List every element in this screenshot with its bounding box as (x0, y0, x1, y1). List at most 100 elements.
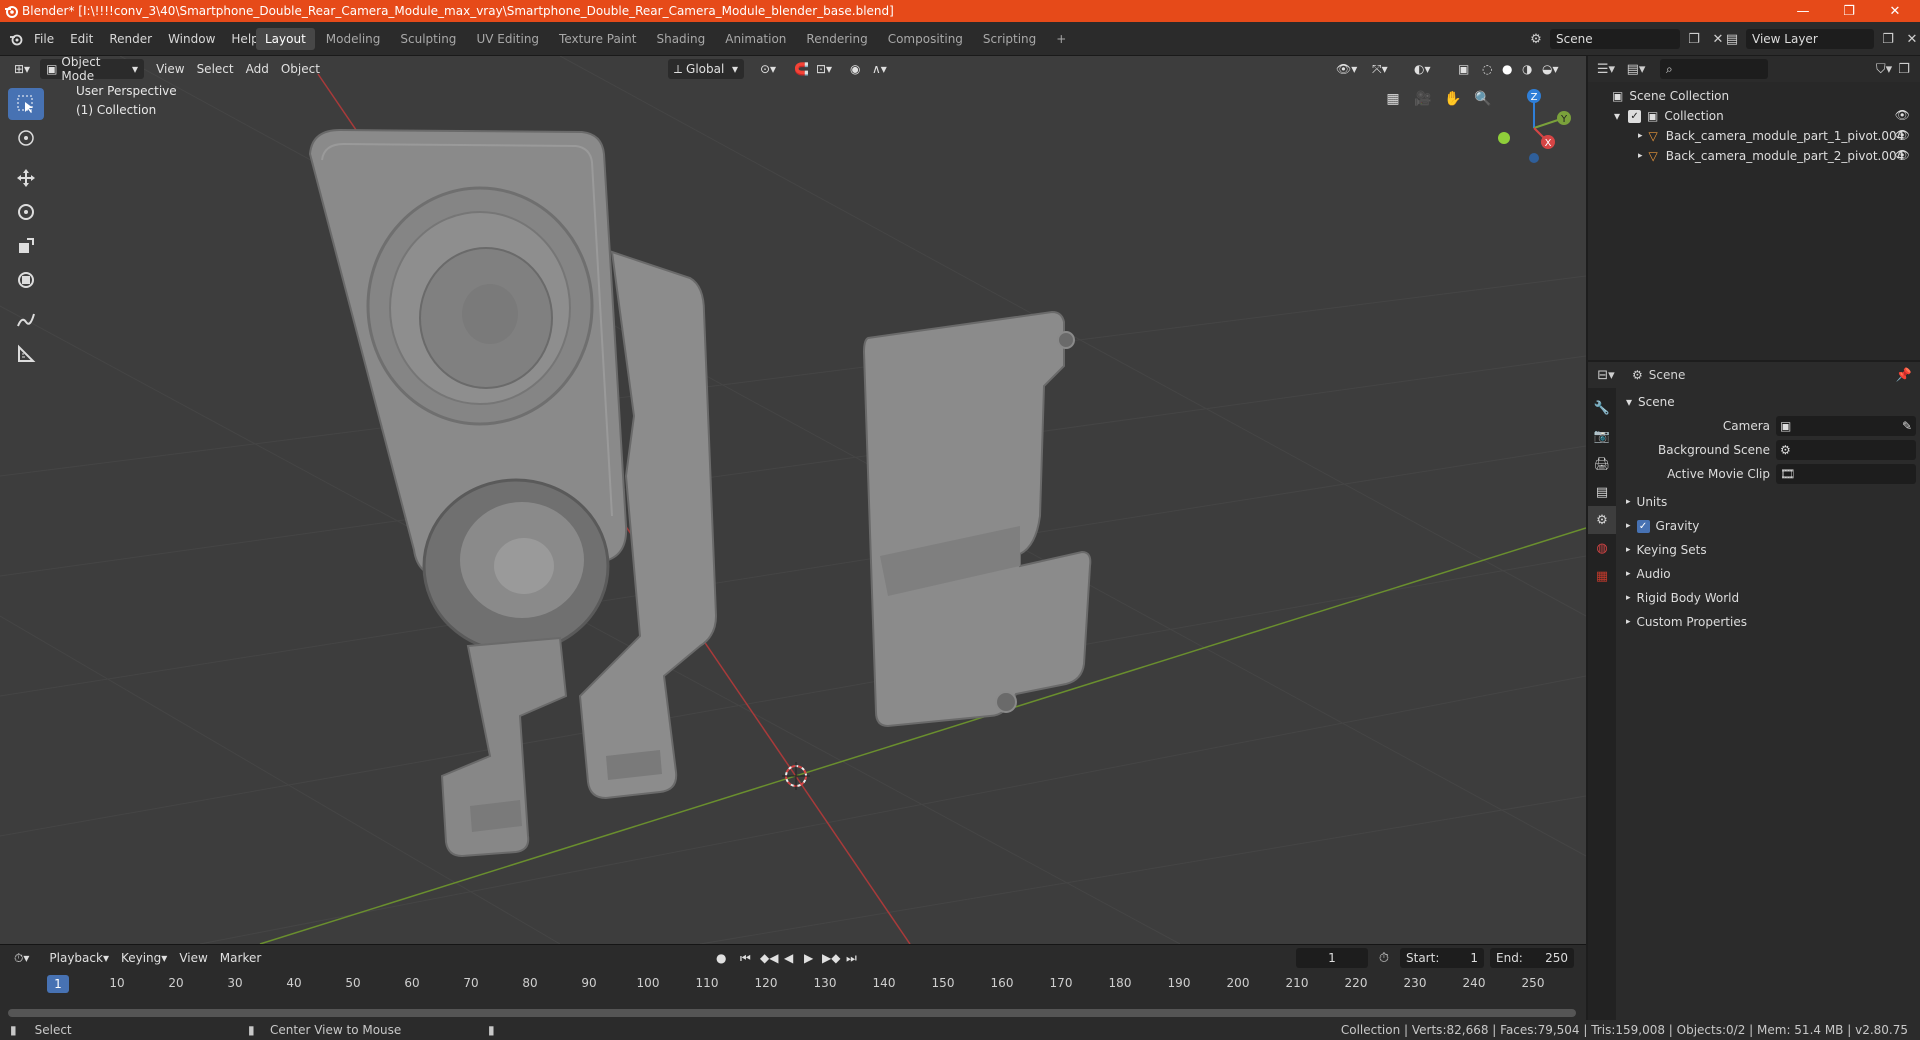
jump-end-icon[interactable]: ⏭ (840, 948, 863, 968)
current-frame-marker[interactable]: 1 (47, 975, 69, 993)
outliner-collection[interactable]: ▾ ✓ ▣ Collection 👁 (1588, 106, 1920, 126)
blender-menu-icon[interactable] (6, 29, 26, 49)
filter-icon[interactable]: ⛉▾ (1874, 59, 1894, 79)
orientation-selector[interactable]: ⟂ Global ▾ (668, 59, 744, 79)
falloff-icon[interactable]: ∧▾ (866, 59, 893, 79)
camera-module-part-2[interactable] (862, 310, 1092, 728)
menu-playback[interactable]: Playback ▾ (43, 948, 115, 968)
minimize-button[interactable]: — (1780, 0, 1826, 22)
custom-properties-panel-header[interactable]: ▸ Custom Properties (1618, 610, 1920, 634)
add-workspace-button[interactable]: + (1047, 28, 1075, 50)
outliner-search-input[interactable]: ⌕ (1660, 59, 1768, 79)
tab-world-icon[interactable]: ◍ (1588, 534, 1616, 562)
tab-view-layer-icon[interactable]: ▤ (1588, 478, 1616, 506)
menu-file[interactable]: File (26, 28, 62, 50)
new-view-layer-icon[interactable]: ❐ (1878, 29, 1898, 49)
snap-target-icon[interactable]: ⊡▾ (810, 59, 838, 79)
transform-tool[interactable] (8, 264, 44, 296)
outliner-object-1[interactable]: ▸ ▽ Back_camera_module_part_1_pivot.004 … (1588, 126, 1920, 146)
tab-render-icon[interactable]: 📷 (1588, 422, 1616, 450)
view-layer-selector[interactable]: View Layer (1746, 29, 1874, 49)
scene-panel-header[interactable]: ▾ Scene (1618, 390, 1920, 414)
navigation-gizmo[interactable]: Z Y X (1494, 84, 1574, 164)
background-scene-field[interactable]: ⚙ (1776, 440, 1916, 460)
gizmo-toggle-icon[interactable]: ⤧▾ (1366, 59, 1394, 79)
measure-tool[interactable] (8, 338, 44, 370)
object-1-visibility-icon[interactable]: 👁 (1895, 128, 1910, 142)
gravity-panel-header[interactable]: ▸ ✓ Gravity (1618, 514, 1920, 538)
timeline-scrollbar[interactable] (8, 1009, 1576, 1017)
collection-visibility-icon[interactable]: 👁 (1895, 108, 1910, 122)
tab-shading[interactable]: Shading (647, 28, 714, 50)
editor-type-icon[interactable]: ⊞▾ (8, 59, 36, 79)
annotate-tool[interactable] (8, 304, 44, 336)
3d-viewport[interactable]: ⊞▾ ▣ Object Mode ▾ View Select Add Objec… (0, 56, 1586, 944)
tab-texture-paint[interactable]: Texture Paint (550, 28, 645, 50)
menu-render[interactable]: Render (101, 28, 160, 50)
rendered-shading-icon[interactable]: ◒▾ (1536, 59, 1565, 79)
tab-compositing[interactable]: Compositing (879, 28, 972, 50)
rigid-body-world-panel-header[interactable]: ▸ Rigid Body World (1618, 586, 1920, 610)
camera-view-icon[interactable]: 🎥 (1410, 86, 1436, 112)
camera-module-part-1[interactable] (308, 128, 718, 858)
menu-keying[interactable]: Keying ▾ (115, 948, 173, 968)
neg-z-axis-handle[interactable] (1529, 153, 1539, 163)
properties-editor-type-icon[interactable]: ⊟▾ (1596, 365, 1616, 385)
active-movie-clip-field[interactable]: 🎞 (1776, 464, 1916, 484)
proportional-edit-icon[interactable]: ◉ (844, 59, 866, 79)
menu-object[interactable]: Object (275, 59, 326, 79)
end-frame-field[interactable]: End: 250 (1490, 948, 1574, 968)
expand-arrow-icon[interactable]: ▾ (1614, 109, 1620, 123)
move-tool[interactable] (8, 162, 44, 194)
cursor-tool[interactable] (8, 122, 44, 154)
view-layer-icon[interactable]: ▤ (1722, 29, 1742, 49)
close-button[interactable]: ✕ (1872, 0, 1918, 22)
tab-layout[interactable]: Layout (256, 28, 315, 50)
collection-checkbox[interactable]: ✓ (1628, 109, 1642, 123)
zoom-view-icon[interactable]: 🔍 (1470, 86, 1496, 112)
camera-field[interactable]: ▣ ✎ (1776, 416, 1916, 436)
expand-arrow-icon[interactable]: ▸ (1638, 151, 1643, 161)
play-reverse-icon[interactable]: ◀ (778, 948, 799, 968)
display-mode-icon[interactable]: ▤▾ (1626, 59, 1646, 79)
select-box-tool[interactable] (8, 88, 44, 120)
tab-rendering[interactable]: Rendering (797, 28, 876, 50)
tab-modeling[interactable]: Modeling (317, 28, 390, 50)
preview-range-icon[interactable]: ⏱ (1374, 948, 1394, 968)
tab-scripting[interactable]: Scripting (974, 28, 1045, 50)
tab-output-icon[interactable]: 🖨 (1588, 450, 1616, 478)
tab-tool-icon[interactable]: 🔧 (1588, 394, 1616, 422)
pivot-point-icon[interactable]: ⊙▾ (754, 59, 782, 79)
scene-type-icon[interactable]: ⚙ (1526, 29, 1546, 49)
outliner-object-2[interactable]: ▸ ▽ Back_camera_module_part_2_pivot.004 … (1588, 146, 1920, 166)
tab-sculpting[interactable]: Sculpting (391, 28, 465, 50)
frame-ruler[interactable]: 1 10 20 30 40 50 60 70 80 90 100 110 120 130 140 150 16… (8, 973, 1576, 995)
timeline-editor-type-icon[interactable]: ⏱▾ (8, 948, 35, 968)
menu-add[interactable]: Add (240, 59, 275, 79)
scene-selector[interactable]: Scene (1550, 29, 1680, 49)
tab-scene-icon[interactable]: ⚙ (1588, 506, 1616, 534)
neg-y-axis-handle[interactable] (1498, 132, 1510, 144)
outliner-scene-collection[interactable]: ▣ Scene Collection (1588, 86, 1920, 106)
tab-texture-icon[interactable]: ▦ (1588, 562, 1616, 590)
rotate-tool[interactable] (8, 196, 44, 228)
pan-view-icon[interactable]: ✋ (1440, 86, 1466, 112)
visibility-icon[interactable]: 👁▾ (1330, 59, 1363, 79)
tab-uv-editing[interactable]: UV Editing (467, 28, 548, 50)
outliner-editor-type-icon[interactable]: ☰▾ (1596, 59, 1616, 79)
audio-panel-header[interactable]: ▸ Audio (1618, 562, 1920, 586)
remove-view-layer-icon[interactable]: ✕ (1902, 29, 1920, 49)
menu-view[interactable]: View (150, 59, 190, 79)
3d-cursor[interactable] (782, 762, 810, 790)
units-panel-header[interactable]: ▸ Units (1618, 490, 1920, 514)
pin-icon[interactable]: 📌 (1894, 365, 1914, 385)
menu-edit[interactable]: Edit (62, 28, 101, 50)
menu-select[interactable]: Select (191, 59, 240, 79)
toggle-camera-icon[interactable]: ▦ (1380, 86, 1406, 112)
current-frame-field[interactable]: 1 (1296, 948, 1368, 968)
menu-timeline-view[interactable]: View (173, 948, 213, 968)
keying-sets-panel-header[interactable]: ▸ Keying Sets (1618, 538, 1920, 562)
tab-animation[interactable]: Animation (716, 28, 795, 50)
expand-arrow-icon[interactable]: ▸ (1638, 131, 1643, 141)
gravity-checkbox[interactable]: ✓ (1636, 519, 1650, 533)
